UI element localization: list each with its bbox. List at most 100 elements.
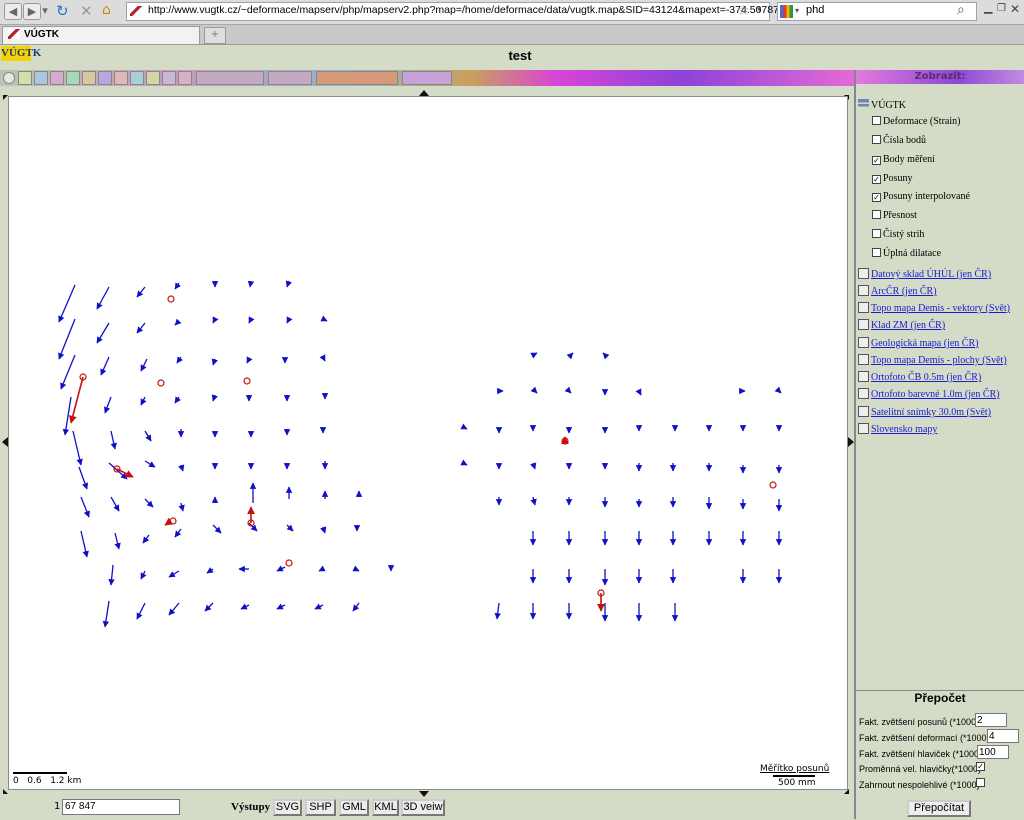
expand-layer-icon[interactable] bbox=[858, 268, 869, 279]
tool-button-2[interactable] bbox=[268, 71, 312, 85]
layer-item-point-numbers[interactable]: Čísla bodů bbox=[872, 135, 926, 146]
wms-link-ortho-color[interactable]: Ortofoto barevné 1.0m (jen ČR) bbox=[858, 388, 1000, 400]
layer-checkbox[interactable]: ✓ bbox=[872, 193, 881, 202]
close-icon[interactable]: ✕ bbox=[1010, 2, 1020, 16]
wms-link-label[interactable]: Topo mapa Demis - vektory (Svět) bbox=[871, 303, 1010, 314]
identify-icon[interactable] bbox=[66, 71, 80, 85]
layer-checkbox[interactable]: ✓ bbox=[872, 156, 881, 165]
zoom-in-icon[interactable] bbox=[18, 71, 32, 85]
displacement-vector bbox=[530, 462, 537, 470]
layer-item-accuracy[interactable]: Přesnost bbox=[872, 210, 917, 221]
tool-button-4[interactable] bbox=[402, 71, 452, 85]
measure-icon[interactable] bbox=[82, 71, 96, 85]
search-go-icon[interactable]: ⌕ bbox=[957, 2, 965, 18]
expand-layer-icon[interactable] bbox=[858, 319, 869, 330]
layer-checkbox[interactable] bbox=[872, 116, 881, 125]
legend-icon[interactable] bbox=[146, 71, 160, 85]
help-icon[interactable] bbox=[178, 71, 192, 85]
layer-label: Posuny bbox=[883, 173, 913, 184]
stop-icon[interactable]: ✕ bbox=[80, 3, 96, 19]
query-icon[interactable] bbox=[114, 71, 128, 85]
pan-south-icon[interactable] bbox=[419, 791, 429, 797]
zoom-out-icon[interactable] bbox=[34, 71, 48, 85]
expand-layer-icon[interactable] bbox=[858, 337, 869, 348]
forward-icon[interactable]: ▶ bbox=[23, 3, 41, 20]
export-gml-button[interactable]: GML bbox=[339, 799, 369, 816]
wms-link-label[interactable]: Satelitní snímky 30.0m (Svět) bbox=[871, 407, 991, 418]
expand-layer-icon[interactable] bbox=[858, 302, 869, 313]
select-icon[interactable] bbox=[98, 71, 112, 85]
home-icon[interactable]: ⌂ bbox=[102, 2, 118, 18]
tool-button-3[interactable] bbox=[316, 71, 398, 85]
expand-layer-icon[interactable] bbox=[858, 354, 869, 365]
layer-checkbox[interactable] bbox=[872, 248, 881, 257]
expand-layer-icon[interactable] bbox=[858, 423, 869, 434]
export-kml-button[interactable]: KML bbox=[372, 799, 399, 816]
displacement-vector bbox=[178, 464, 185, 472]
wms-link-label[interactable]: Ortofoto barevné 1.0m (jen ČR) bbox=[871, 389, 1000, 400]
expand-layer-icon[interactable] bbox=[858, 371, 869, 382]
search-engine-icon[interactable] bbox=[780, 5, 793, 18]
print-icon[interactable] bbox=[130, 71, 144, 85]
export-shp-button[interactable]: SHP bbox=[305, 799, 336, 816]
bookmark-star-icon[interactable]: ☆ bbox=[737, 3, 750, 19]
wms-link-demis-vectors[interactable]: Topo mapa Demis - vektory (Svět) bbox=[858, 302, 1010, 314]
wms-link-arccr[interactable]: ArcČR (jen ČR) bbox=[858, 285, 937, 297]
layer-checkbox[interactable] bbox=[872, 210, 881, 219]
layer-checkbox[interactable] bbox=[872, 135, 881, 144]
wms-link-uhul[interactable]: Datový sklad ÚHÚL (jen ČR) bbox=[858, 268, 991, 280]
wms-link-satellite[interactable]: Satelitní snímky 30.0m (Svět) bbox=[858, 406, 991, 418]
wms-link-demis-areas[interactable]: Topo mapa Demis - plochy (Svět) bbox=[858, 354, 1007, 366]
search-engine-dropdown-icon[interactable]: ▾ bbox=[795, 6, 799, 15]
wms-link-label[interactable]: Slovensko mapy bbox=[871, 424, 937, 435]
wms-link-label[interactable]: Topo mapa Demis - plochy (Svět) bbox=[871, 355, 1007, 366]
displacement-vector bbox=[320, 526, 327, 534]
map-canvas[interactable]: 0 0.6 1.2 km Měřítko posunů 500 mm bbox=[8, 96, 848, 790]
scale-input[interactable]: 67 847 bbox=[62, 799, 180, 815]
back-icon[interactable]: ◀ bbox=[4, 3, 22, 20]
displacement-factor-label: Fakt. zvětšení posunů (*1000) bbox=[859, 717, 980, 727]
pan-icon[interactable] bbox=[50, 71, 64, 85]
wms-link-geology[interactable]: Geologická mapa (jen ČR) bbox=[858, 337, 978, 349]
wms-link-ortho-bw[interactable]: Ortofoto ČB 0.5m (jen ČR) bbox=[858, 371, 981, 383]
maximize-icon[interactable]: ❐ bbox=[997, 3, 1006, 14]
expand-layer-icon[interactable] bbox=[858, 388, 869, 399]
new-tab-icon[interactable]: + bbox=[204, 27, 226, 44]
layer-checkbox[interactable] bbox=[872, 229, 881, 238]
expand-layer-icon[interactable] bbox=[858, 285, 869, 296]
tool-button-1[interactable] bbox=[196, 71, 264, 85]
layer-checkbox[interactable]: ✓ bbox=[872, 175, 881, 184]
displacement-vector bbox=[100, 356, 110, 376]
deformation-factor-input[interactable] bbox=[987, 729, 1019, 743]
wms-link-label[interactable]: Datový sklad ÚHÚL (jen ČR) bbox=[871, 269, 991, 280]
displacement-factor-input[interactable] bbox=[975, 713, 1007, 727]
wms-link-label[interactable]: ArcČR (jen ČR) bbox=[871, 286, 937, 297]
reload-icon[interactable]: ↻ bbox=[56, 3, 72, 19]
expand-layer-icon[interactable] bbox=[858, 406, 869, 417]
export-3d-button[interactable]: 3D veiw bbox=[401, 799, 445, 816]
zoom-full-icon[interactable] bbox=[3, 72, 15, 84]
refresh-map-icon[interactable] bbox=[162, 71, 176, 85]
layer-item-displacements[interactable]: ✓ Posuny bbox=[872, 173, 912, 184]
arrowhead-factor-input[interactable] bbox=[977, 745, 1009, 759]
displacement-vector bbox=[211, 394, 218, 402]
layer-item-pure-shear[interactable]: Čistý strih bbox=[872, 229, 924, 240]
unreliable-checkbox[interactable] bbox=[976, 778, 985, 787]
variable-head-checkbox[interactable]: ✓ bbox=[976, 762, 985, 771]
url-dropdown-icon[interactable]: ▾ bbox=[757, 5, 762, 15]
recalculate-button[interactable]: Přepočítat bbox=[907, 800, 971, 817]
export-svg-button[interactable]: SVG bbox=[273, 799, 302, 816]
wms-link-slovakia[interactable]: Slovensko mapy bbox=[858, 423, 937, 435]
wms-link-klad-zm[interactable]: Klad ZM (jen ČR) bbox=[858, 319, 945, 331]
wms-link-label[interactable]: Ortofoto ČB 0.5m (jen ČR) bbox=[871, 372, 981, 383]
displacement-vector bbox=[285, 280, 292, 288]
history-dropdown-icon[interactable]: ▾ bbox=[40, 3, 50, 20]
wms-link-label[interactable]: Klad ZM (jen ČR) bbox=[871, 320, 945, 331]
layer-item-measurement-points[interactable]: ✓ Body měření bbox=[872, 154, 935, 165]
minimize-icon[interactable]: ▁ bbox=[984, 1, 992, 14]
wms-link-label[interactable]: Geologická mapa (jen ČR) bbox=[871, 338, 978, 349]
layer-item-total-dilatation[interactable]: Úplná dilatace bbox=[872, 248, 941, 259]
displacement-vector bbox=[168, 570, 180, 578]
layer-item-strain[interactable]: Deformace (Strain) bbox=[872, 116, 960, 127]
layer-item-interpolated-displacements[interactable]: ✓ Posuny interpolované bbox=[872, 191, 970, 202]
